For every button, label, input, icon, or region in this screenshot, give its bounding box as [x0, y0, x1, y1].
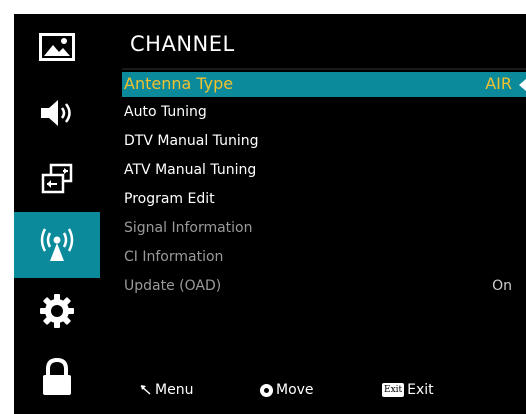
antenna-signal-icon	[40, 228, 74, 261]
title-divider	[122, 68, 526, 70]
exit-hint-label: Exit	[407, 382, 434, 398]
sidebar-item-channel[interactable]	[14, 212, 100, 278]
move-hint-label: Move	[276, 382, 314, 398]
arrow-left-icon[interactable]	[519, 79, 526, 91]
sidebar-item-lock[interactable]	[14, 344, 100, 410]
key-hint-bar: Menu Move Exit Exit	[100, 380, 526, 404]
back-arrow-icon	[140, 385, 151, 395]
menu-item-label: ATV Manual Tuning	[124, 162, 257, 178]
menu-item-dtv-manual-tuning[interactable]: DTV Manual Tuning	[122, 130, 526, 155]
menu-item-value: AIR	[485, 74, 512, 93]
menu-item-ci-information: CI Information	[122, 246, 526, 271]
menu-item-label: Antenna Type	[124, 74, 234, 93]
menu-item-program-edit[interactable]: Program Edit	[122, 188, 526, 213]
menu-item-auto-tuning[interactable]: Auto Tuning	[122, 101, 526, 126]
menu-title: CHANNEL	[130, 32, 235, 56]
channel-menu-panel: CHANNEL Antenna Type AIR Auto Tuning DTV…	[100, 14, 526, 414]
menu-item-update-oad: Update (OAD) On	[122, 275, 526, 300]
menu-item-label: Update (OAD)	[124, 278, 222, 294]
exit-key-badge: Exit	[382, 383, 405, 397]
gear-icon	[40, 294, 74, 328]
exit-hint[interactable]: Exit Exit	[382, 382, 434, 398]
sidebar-item-source[interactable]	[14, 146, 100, 212]
sidebar-item-setup[interactable]	[14, 278, 100, 344]
menu-item-antenna-type[interactable]: Antenna Type AIR	[122, 72, 526, 97]
menu-hint[interactable]: Menu	[140, 382, 193, 398]
dpad-icon	[260, 383, 273, 397]
tv-osd-screen: CHANNEL Antenna Type AIR Auto Tuning DTV…	[14, 14, 526, 414]
menu-item-label: CI Information	[124, 249, 224, 265]
sidebar-item-picture[interactable]	[14, 14, 100, 80]
category-sidebar	[14, 14, 100, 414]
menu-item-atv-manual-tuning[interactable]: ATV Manual Tuning	[122, 159, 526, 184]
menu-item-signal-information: Signal Information	[122, 217, 526, 242]
picture-icon	[39, 33, 75, 61]
speaker-icon	[41, 100, 71, 126]
menu-item-label: Signal Information	[124, 220, 253, 236]
menu-item-value: On	[492, 278, 512, 294]
menu-item-label: Auto Tuning	[124, 104, 207, 120]
menu-item-label: Program Edit	[124, 191, 215, 207]
menu-hint-label: Menu	[155, 382, 194, 398]
menu-item-label: DTV Manual Tuning	[124, 133, 259, 149]
lock-icon	[43, 357, 71, 395]
move-hint[interactable]: Move	[260, 382, 314, 398]
sidebar-item-sound[interactable]	[14, 80, 100, 146]
input-source-icon	[41, 163, 73, 194]
